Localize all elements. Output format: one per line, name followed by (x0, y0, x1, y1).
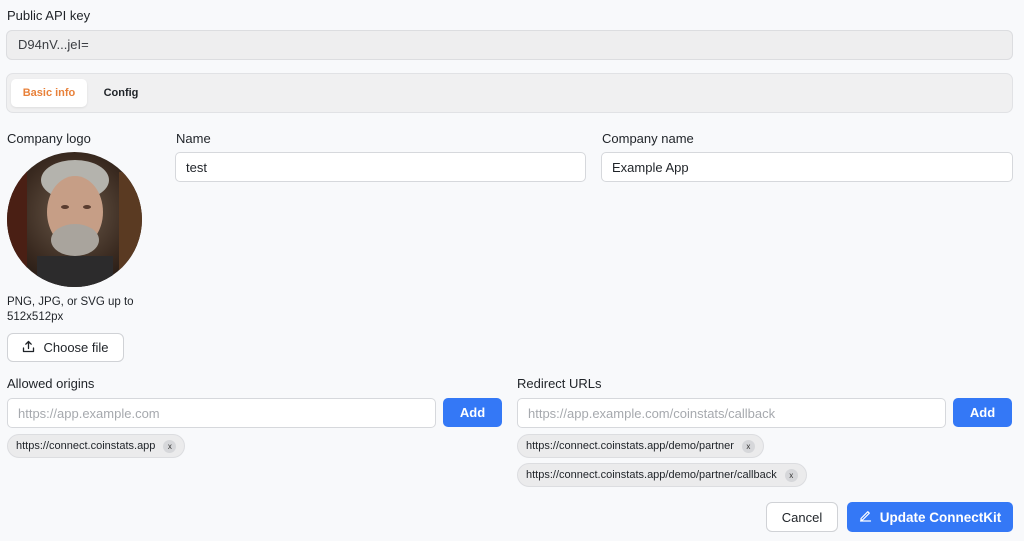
upload-icon (22, 340, 35, 356)
tab-config[interactable]: Config (91, 79, 151, 107)
redirect-chip-text: https://connect.coinstats.app/demo/partn… (526, 440, 734, 452)
redirect-url-input[interactable] (517, 398, 946, 428)
redirect-chip: https://connect.coinstats.app/demo/partn… (517, 463, 807, 487)
tab-basic-info[interactable]: Basic info (11, 79, 87, 107)
origin-chip: https://connect.coinstats.app x (7, 434, 186, 458)
company-logo-image (7, 152, 142, 287)
cancel-button[interactable]: Cancel (766, 502, 838, 532)
name-label: Name (176, 131, 211, 146)
add-origin-button[interactable]: Add (443, 398, 502, 427)
add-redirect-button[interactable]: Add (953, 398, 1012, 427)
choose-file-button[interactable]: Choose file (7, 333, 124, 362)
api-key-field[interactable]: D94nV...jeI= (6, 30, 1013, 60)
choose-file-label: Choose file (43, 340, 109, 355)
tab-bar: Basic info Config (6, 73, 1013, 113)
company-name-input[interactable] (601, 152, 1013, 182)
remove-origin-button[interactable]: x (163, 439, 177, 453)
allowed-origins-label: Allowed origins (7, 376, 95, 391)
api-key-label: Public API key (7, 8, 91, 23)
redirect-chip: https://connect.coinstats.app/demo/partn… (517, 434, 764, 458)
pencil-icon (859, 509, 872, 525)
redirect-urls-label: Redirect URLs (517, 376, 602, 391)
origin-chip-text: https://connect.coinstats.app (16, 440, 156, 452)
allowed-origins-input[interactable] (7, 398, 436, 428)
update-connectkit-label: Update ConnectKit (879, 509, 1002, 525)
logo-format-hint: PNG, JPG, or SVG up to 512x512px (7, 296, 134, 323)
remove-redirect-button[interactable]: x (741, 439, 755, 453)
redirect-chip-text: https://connect.coinstats.app/demo/partn… (526, 469, 777, 481)
company-logo-label: Company logo (7, 131, 91, 146)
company-name-label: Company name (602, 131, 694, 146)
remove-redirect-button[interactable]: x (784, 468, 798, 482)
name-input[interactable] (175, 152, 586, 182)
update-connectkit-button[interactable]: Update ConnectKit (847, 502, 1013, 532)
